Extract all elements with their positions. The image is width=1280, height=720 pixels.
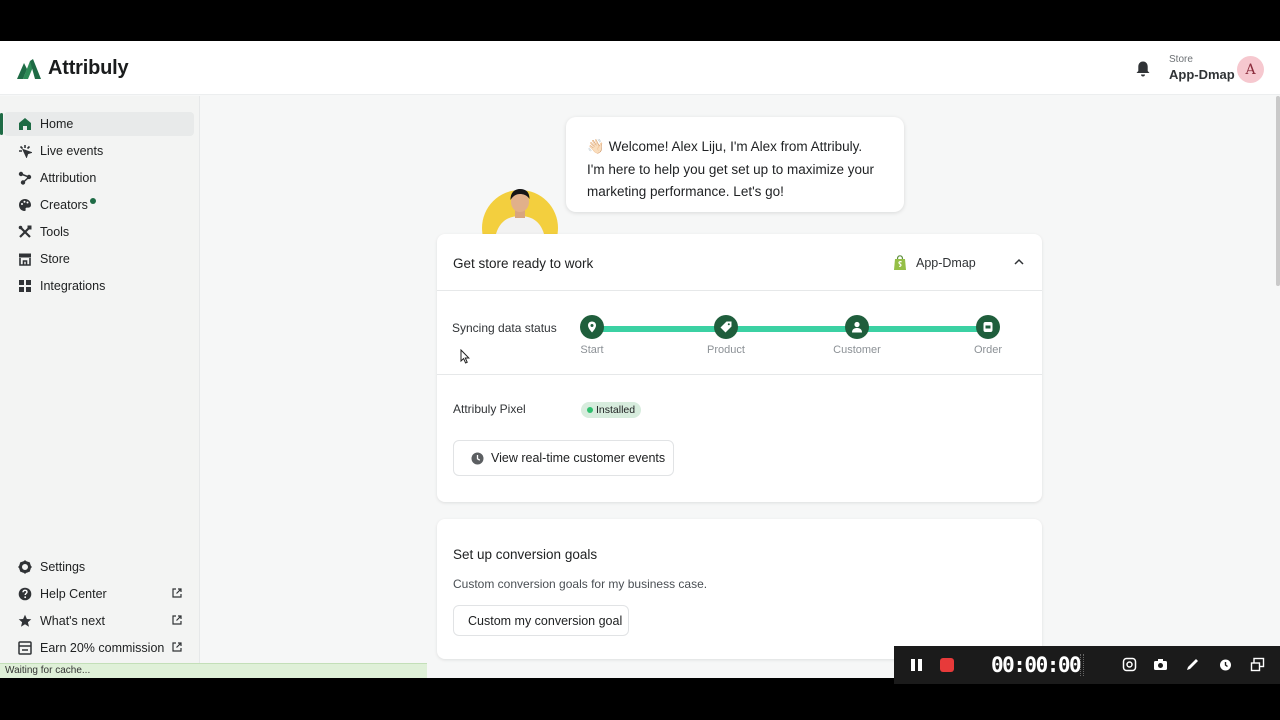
sidebar-item-integrations[interactable]: Integrations (4, 274, 194, 298)
sidebar-item-whats-next[interactable]: What's next (4, 609, 194, 633)
view-realtime-events-button[interactable]: View real-time customer events (453, 440, 674, 476)
welcome-line-1: 👋🏻 Welcome! Alex Liju, I'm Alex from Att… (587, 135, 888, 159)
sidebar-item-label: Live events (40, 144, 104, 158)
welcome-line-2: I'm here to help you get set up to maxim… (587, 161, 874, 177)
star-icon (18, 614, 32, 627)
avatar[interactable]: A (1237, 56, 1264, 83)
external-link-icon (172, 642, 182, 652)
brand-logo[interactable]: Attribuly (16, 57, 129, 80)
welcome-line-3: marketing performance. Let's go! (587, 184, 784, 199)
assistant-avatar-photo (482, 189, 558, 234)
sidebar-item-earn-commission[interactable]: Earn 20% commission (4, 636, 194, 660)
card-title: Set up conversion goals (453, 547, 598, 562)
step-label: Product (707, 344, 745, 356)
camera-icon[interactable] (1153, 657, 1168, 672)
waving-hand-icon: 👋🏻 (587, 138, 605, 154)
sidebar: Home Live events Attribution Creators To… (0, 96, 200, 678)
mouse-cursor-icon (460, 349, 470, 364)
sidebar-item-live-events[interactable]: Live events (4, 139, 194, 163)
card-subtitle: Custom conversion goals for my business … (453, 577, 708, 591)
recording-timer: 00:00:00 (991, 653, 1082, 677)
sidebar-item-label: Settings (40, 560, 86, 574)
sidebar-item-help-center[interactable]: Help Center (4, 582, 194, 606)
home-icon (19, 118, 31, 130)
sync-label: Syncing data status (452, 321, 557, 335)
sidebar-item-label: Home (40, 117, 74, 131)
sidebar-item-label: Help Center (40, 587, 107, 601)
sync-status-row: Syncing data status Start Product Custom… (437, 291, 1042, 375)
sidebar-item-label: Tools (40, 225, 70, 239)
palette-icon (19, 199, 31, 211)
sidebar-item-settings[interactable]: Settings (4, 555, 194, 579)
brand-name: Attribuly (48, 57, 129, 79)
step-label: Customer (833, 344, 881, 356)
step-product (714, 315, 738, 339)
step-label: Start (580, 344, 604, 356)
tag-icon (720, 321, 732, 333)
notification-bell-icon[interactable] (1134, 60, 1152, 78)
store-caption: Store (1169, 54, 1193, 65)
sidebar-item-store[interactable]: Store (4, 247, 194, 271)
conversion-goals-card: Set up conversion goals Custom conversio… (437, 519, 1042, 659)
store-name: App-Dmap (1169, 67, 1235, 82)
card-title: Get store ready to work (453, 256, 594, 271)
sidebar-item-label: Store (40, 252, 70, 266)
sidebar-item-attribution[interactable]: Attribution (4, 166, 194, 190)
button-label: View real-time customer events (491, 451, 666, 465)
welcome-message: 👋🏻 Welcome! Alex Liju, I'm Alex from Att… (566, 117, 904, 212)
pen-icon[interactable] (1185, 657, 1200, 672)
sidebar-item-creators[interactable]: Creators (4, 193, 194, 217)
pixel-label: Attribuly Pixel (453, 402, 526, 416)
live-events-icon (19, 145, 32, 158)
welcome-text: Welcome! Alex Liju, I'm Alex from Attrib… (608, 139, 863, 154)
store-setup-card: Get store ready to work App-Dmap Syncing… (437, 234, 1042, 502)
status-badge: Installed (581, 402, 642, 418)
top-bar: Attribuly Store App-Dmap A (0, 41, 1280, 95)
store-icon (19, 253, 31, 266)
new-indicator-dot (89, 198, 96, 204)
step-customer (845, 315, 869, 339)
scrollbar[interactable] (1276, 96, 1280, 286)
store-tag: App-Dmap (893, 255, 976, 271)
custom-conversion-goal-button[interactable]: Custom my conversion goal (453, 605, 629, 636)
stop-recording-button[interactable] (940, 658, 954, 672)
attribuly-logo-icon (17, 58, 41, 79)
tools-icon (18, 225, 32, 238)
window-icon[interactable] (1250, 657, 1265, 672)
clock-icon (471, 452, 484, 464)
app-window: Attribuly Store App-Dmap A Home Live eve… (0, 41, 1280, 678)
timer-icon[interactable] (1218, 657, 1233, 672)
chevron-up-icon[interactable] (1013, 256, 1025, 268)
pause-icon[interactable] (911, 659, 922, 671)
sidebar-item-tools[interactable]: Tools (4, 220, 194, 244)
receipt-icon (983, 322, 993, 332)
external-link-icon (172, 588, 182, 598)
step-label: Order (973, 344, 1003, 356)
step-order (976, 315, 1000, 339)
shopify-bag-icon (894, 255, 906, 270)
person-icon (852, 321, 862, 333)
store-switcher[interactable]: Store App-Dmap (1169, 54, 1235, 82)
sidebar-item-label: Creators (40, 198, 88, 212)
sidebar-item-label: Attribution (40, 171, 97, 185)
gear-icon (18, 560, 32, 574)
gift-icon (18, 641, 32, 655)
sidebar-item-label: What's next (40, 614, 105, 628)
step-start (580, 315, 604, 339)
attribution-icon (18, 171, 32, 185)
external-link-icon (172, 615, 182, 625)
help-icon (18, 587, 32, 601)
screen-recorder-toolbar: 00:00:00 (894, 646, 1280, 684)
grid-icon (19, 280, 31, 292)
sidebar-item-home[interactable]: Home (0, 112, 194, 136)
store-tag-name: App-Dmap (916, 256, 976, 270)
browser-status-bar: Waiting for cache... (0, 663, 427, 678)
sync-progress-track (592, 326, 986, 332)
store-setup-header[interactable]: Get store ready to work App-Dmap (437, 234, 1042, 291)
location-pin-icon (588, 321, 596, 333)
region-select-icon[interactable] (1122, 657, 1137, 672)
sidebar-item-label: Earn 20% commission (40, 641, 165, 655)
sidebar-item-label: Integrations (40, 279, 106, 293)
toolbar-drag-handle[interactable] (1080, 654, 1084, 676)
